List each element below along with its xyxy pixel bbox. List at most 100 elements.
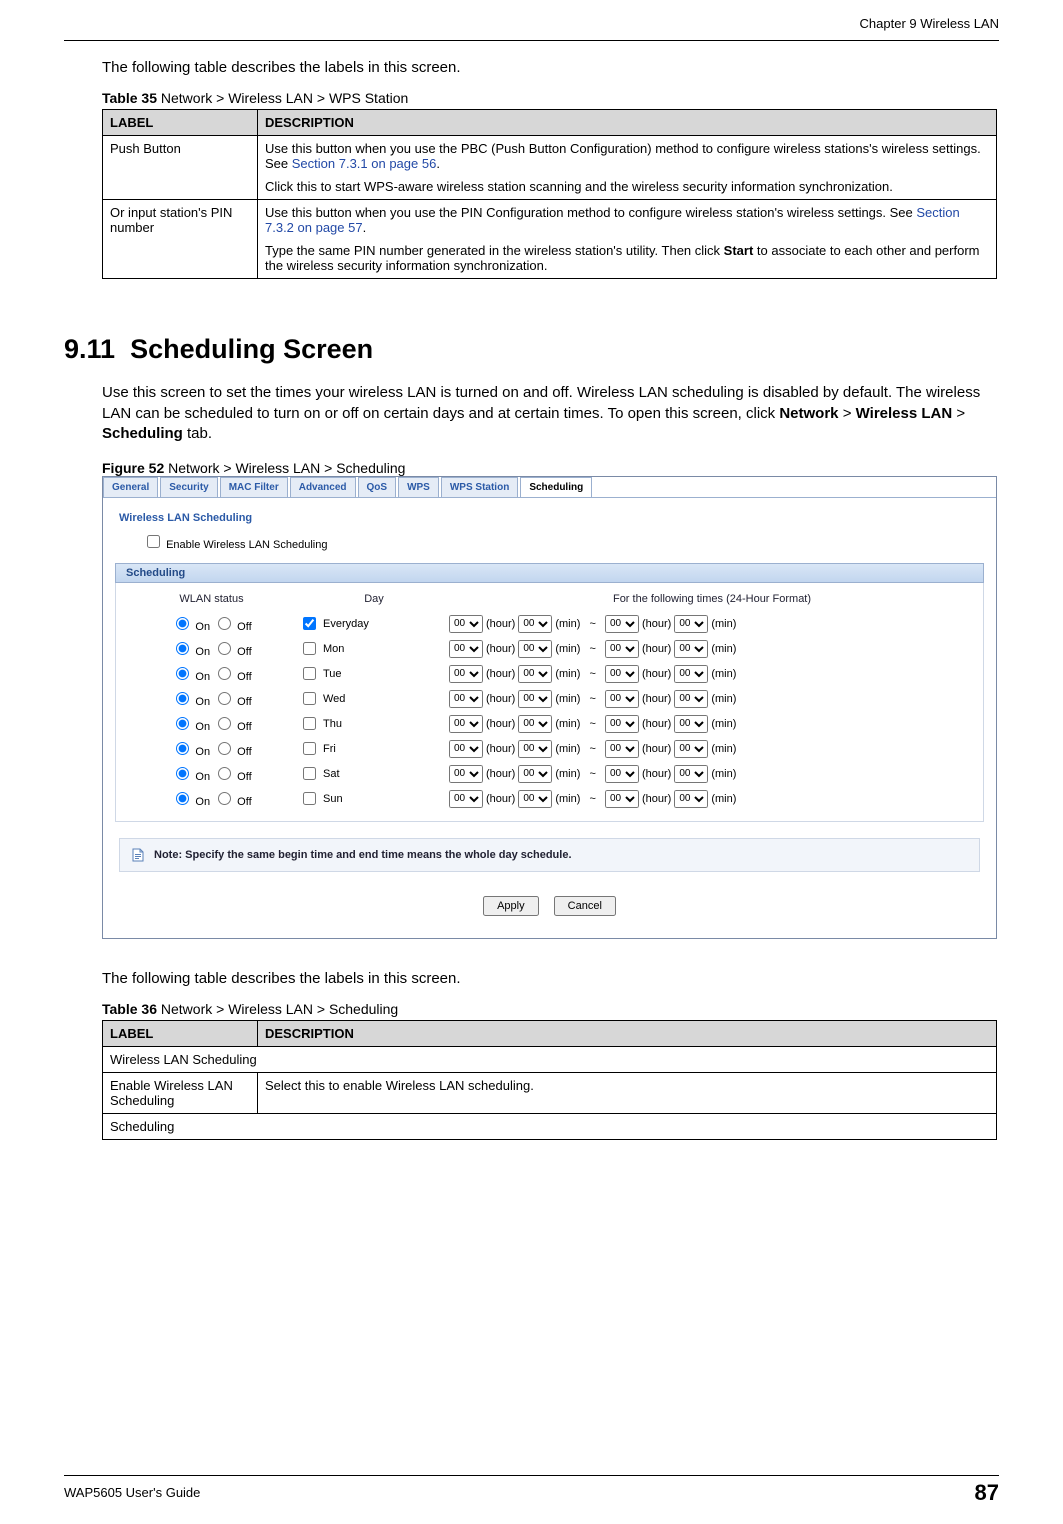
- start-hour-select[interactable]: 00: [449, 615, 483, 633]
- start-hour-select[interactable]: 00: [449, 740, 483, 758]
- end-min-select[interactable]: 00: [674, 665, 708, 683]
- table-header-row: LABEL DESCRIPTION: [103, 110, 997, 136]
- start-min-select[interactable]: 00: [518, 740, 552, 758]
- wlan-off-radio[interactable]: [218, 667, 231, 680]
- day-label[interactable]: Tue: [299, 664, 342, 683]
- start-hour-select[interactable]: 00: [449, 790, 483, 808]
- wlan-off-label[interactable]: Off: [213, 721, 252, 733]
- start-min-select[interactable]: 00: [518, 640, 552, 658]
- wlan-on-label[interactable]: On: [171, 771, 210, 783]
- tab-wps-station[interactable]: WPS Station: [441, 477, 518, 497]
- wlan-off-label[interactable]: Off: [213, 646, 252, 658]
- start-hour-select[interactable]: 00: [449, 765, 483, 783]
- start-hour-select[interactable]: 00: [449, 665, 483, 683]
- start-min-select[interactable]: 00: [518, 765, 552, 783]
- start-hour-select[interactable]: 00: [449, 640, 483, 658]
- wlan-off-radio[interactable]: [218, 717, 231, 730]
- wlan-on-radio[interactable]: [176, 692, 189, 705]
- wlan-on-radio[interactable]: [176, 642, 189, 655]
- end-min-select[interactable]: 00: [674, 740, 708, 758]
- day-checkbox[interactable]: [303, 617, 316, 630]
- wlan-on-radio[interactable]: [176, 742, 189, 755]
- wlan-on-label[interactable]: On: [171, 746, 210, 758]
- wlan-off-label[interactable]: Off: [213, 671, 252, 683]
- wlan-on-radio[interactable]: [176, 767, 189, 780]
- tab-general[interactable]: General: [103, 477, 158, 497]
- end-hour-select[interactable]: 00: [605, 640, 639, 658]
- day-checkbox[interactable]: [303, 792, 316, 805]
- col-wlan-status: WLAN status: [124, 593, 299, 605]
- wlan-off-radio[interactable]: [218, 617, 231, 630]
- enable-wlan-scheduling-label[interactable]: Enable Wireless LAN Scheduling: [143, 539, 327, 551]
- start-min-select[interactable]: 00: [518, 790, 552, 808]
- wlan-off-radio[interactable]: [218, 742, 231, 755]
- end-hour-select[interactable]: 00: [605, 690, 639, 708]
- start-hour-select[interactable]: 00: [449, 715, 483, 733]
- end-hour-select[interactable]: 00: [605, 740, 639, 758]
- day-label[interactable]: Everyday: [299, 614, 369, 633]
- table-row: Enable Wireless LAN Scheduling Select th…: [103, 1073, 997, 1114]
- end-min-select[interactable]: 00: [674, 615, 708, 633]
- tab-wps[interactable]: WPS: [398, 477, 439, 497]
- end-hour-select[interactable]: 00: [605, 715, 639, 733]
- wlan-on-radio[interactable]: [176, 792, 189, 805]
- wlan-on-label[interactable]: On: [171, 696, 210, 708]
- wlan-on-label[interactable]: On: [171, 721, 210, 733]
- day-label[interactable]: Mon: [299, 639, 344, 658]
- end-min-select[interactable]: 00: [674, 640, 708, 658]
- day-checkbox[interactable]: [303, 642, 316, 655]
- day-label[interactable]: Wed: [299, 689, 345, 708]
- end-min-select[interactable]: 00: [674, 715, 708, 733]
- wlan-off-label[interactable]: Off: [213, 621, 252, 633]
- apply-button[interactable]: Apply: [483, 896, 539, 916]
- end-min-select[interactable]: 00: [674, 765, 708, 783]
- wlan-off-label[interactable]: Off: [213, 771, 252, 783]
- wlan-off-label[interactable]: Off: [213, 746, 252, 758]
- scheduling-rows: On Off Everyday00 (hour) 00 (min) ~ 00 (…: [124, 611, 975, 811]
- tab-scheduling[interactable]: Scheduling: [520, 477, 592, 497]
- enable-wlan-scheduling-checkbox[interactable]: [147, 535, 160, 548]
- tab-mac-filter[interactable]: MAC Filter: [220, 477, 288, 497]
- start-min-select[interactable]: 00: [518, 665, 552, 683]
- day-label[interactable]: Fri: [299, 739, 336, 758]
- end-min-select[interactable]: 00: [674, 690, 708, 708]
- wlan-status-cell: On Off: [124, 689, 299, 708]
- wlan-on-radio[interactable]: [176, 717, 189, 730]
- wlan-on-label[interactable]: On: [171, 671, 210, 683]
- wlan-off-radio[interactable]: [218, 692, 231, 705]
- end-min-select[interactable]: 00: [674, 790, 708, 808]
- start-min-select[interactable]: 00: [518, 690, 552, 708]
- link-section-731[interactable]: Section 7.3.1 on page 56: [292, 156, 437, 171]
- wlan-off-radio[interactable]: [218, 767, 231, 780]
- day-label[interactable]: Sat: [299, 764, 340, 783]
- end-hour-select[interactable]: 00: [605, 765, 639, 783]
- wlan-off-label[interactable]: Off: [213, 796, 252, 808]
- wlan-off-radio[interactable]: [218, 792, 231, 805]
- day-checkbox[interactable]: [303, 767, 316, 780]
- wlan-on-label[interactable]: On: [171, 796, 210, 808]
- start-hour-select[interactable]: 00: [449, 690, 483, 708]
- day-checkbox[interactable]: [303, 742, 316, 755]
- start-min-select[interactable]: 00: [518, 615, 552, 633]
- day-checkbox[interactable]: [303, 692, 316, 705]
- cancel-button[interactable]: Cancel: [554, 896, 616, 916]
- wlan-off-radio[interactable]: [218, 642, 231, 655]
- day-label[interactable]: Thu: [299, 714, 342, 733]
- cell-label: Enable Wireless LAN Scheduling: [103, 1073, 258, 1114]
- end-hour-select[interactable]: 00: [605, 790, 639, 808]
- tab-security[interactable]: Security: [160, 477, 217, 497]
- wlan-on-label[interactable]: On: [171, 621, 210, 633]
- day-checkbox[interactable]: [303, 717, 316, 730]
- tab-advanced[interactable]: Advanced: [290, 477, 356, 497]
- end-hour-select[interactable]: 00: [605, 615, 639, 633]
- day-checkbox[interactable]: [303, 667, 316, 680]
- day-label[interactable]: Sun: [299, 789, 343, 808]
- figure52-caption: Figure 52 Network > Wireless LAN > Sched…: [102, 460, 997, 476]
- tab-qos[interactable]: QoS: [358, 477, 397, 497]
- start-min-select[interactable]: 00: [518, 715, 552, 733]
- wlan-on-label[interactable]: On: [171, 646, 210, 658]
- wlan-on-radio[interactable]: [176, 617, 189, 630]
- wlan-on-radio[interactable]: [176, 667, 189, 680]
- wlan-off-label[interactable]: Off: [213, 696, 252, 708]
- end-hour-select[interactable]: 00: [605, 665, 639, 683]
